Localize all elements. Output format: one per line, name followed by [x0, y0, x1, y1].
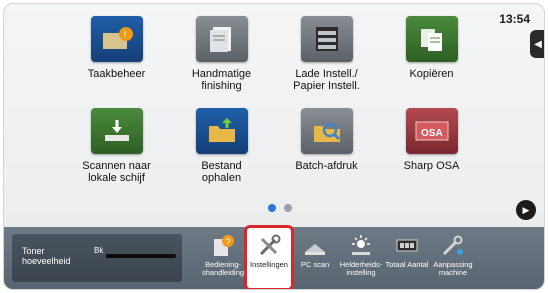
shortcut-label: PC scan: [300, 260, 330, 269]
tile-label: Kopiëren: [409, 68, 454, 80]
page-dot-active[interactable]: [268, 204, 276, 212]
tile-label: Scannen naar lokale schijf: [82, 160, 151, 184]
file-retrieve-icon: [195, 108, 248, 154]
tile-label: Taakbeheer: [87, 68, 146, 80]
manual-finishing-icon: [195, 16, 248, 62]
shortcut-bediening[interactable]: ? Bediening- shandleiding: [200, 227, 246, 289]
sharp-osa-icon: OSA: [405, 108, 458, 154]
batch-print-icon: [300, 108, 353, 154]
tile-label: Batch-afdruk: [295, 160, 358, 172]
tile-scannen-lokale-schijf[interactable]: Scannen naar lokale schijf: [64, 108, 169, 200]
bottom-bar: Toner hoeveelheid Bk ? Bediening- shandl…: [4, 225, 544, 289]
next-page-button[interactable]: ▶: [516, 200, 536, 220]
job-status-icon: !: [90, 16, 143, 62]
tile-lade-instell[interactable]: Lade Instell./ Papier Instell.: [274, 16, 379, 108]
shortcut-instellingen[interactable]: Instellingen: [244, 225, 294, 289]
scan-local-drive-icon: [90, 108, 143, 154]
shortcut-label: Bediening- shandleiding: [201, 260, 245, 277]
settings-icon: [255, 233, 283, 259]
toner-level-bar: [106, 254, 176, 258]
shortcut-label: Totaal Aantal: [385, 260, 429, 269]
tile-taakbeheer[interactable]: ! Taakbeheer: [64, 16, 169, 108]
toner-color-code: Bk: [94, 246, 104, 255]
svg-text:OSA: OSA: [421, 128, 443, 139]
tile-label: Bestand ophalen: [201, 160, 242, 184]
shortcut-label: Aanpassing machine: [433, 260, 473, 277]
operation-guide-icon: ?: [209, 233, 237, 259]
clock: 13:54: [499, 12, 530, 26]
svg-text:!: !: [123, 30, 126, 41]
total-count-icon: [393, 233, 421, 259]
pc-scan-icon: [301, 233, 329, 259]
tile-label: Lade Instell./ Papier Instell.: [293, 68, 360, 92]
side-panel-tab[interactable]: ◀: [530, 30, 544, 58]
tile-batch-afdruk[interactable]: Batch-afdruk: [274, 108, 379, 200]
shortcut-label: Instellingen: [250, 260, 288, 269]
home-screen: 13:54 ◀ ! Taakbeheer Handmatige finishin…: [3, 3, 545, 290]
toner-label: Toner hoeveelheid: [22, 246, 71, 266]
shortcut-helderheid[interactable]: Helderheids- instelling: [338, 227, 384, 289]
toner-panel: Toner hoeveelheid Bk: [12, 234, 182, 282]
tile-sharp-osa[interactable]: OSA Sharp OSA: [379, 108, 484, 200]
tile-handmatige-finishing[interactable]: Handmatige finishing: [169, 16, 274, 108]
tile-kopieren[interactable]: Kopiëren: [379, 16, 484, 108]
tile-bestand-ophalen[interactable]: Bestand ophalen: [169, 108, 274, 200]
tray-settings-icon: [300, 16, 353, 62]
brightness-icon: [347, 233, 375, 259]
shortcut-aanpassing-machine[interactable]: Aanpassing machine: [430, 227, 476, 289]
copy-icon: [405, 16, 458, 62]
app-grid: ! Taakbeheer Handmatige finishing Lade I…: [64, 16, 484, 200]
shortcut-pc-scan[interactable]: PC scan: [292, 227, 338, 289]
page-dot[interactable]: [284, 204, 292, 212]
shortcut-label: Helderheids- instelling: [339, 260, 383, 277]
svg-text:?: ?: [226, 237, 231, 247]
customize-machine-icon: [439, 233, 467, 259]
shortcut-bar: ? Bediening- shandleiding Instellingen P…: [200, 225, 476, 289]
page-indicator: [268, 204, 292, 212]
tile-label: Handmatige finishing: [191, 68, 252, 92]
shortcut-totaal-aantal[interactable]: Totaal Aantal: [384, 227, 430, 289]
toner-level-fill: [106, 254, 173, 258]
tile-label: Sharp OSA: [403, 160, 460, 172]
